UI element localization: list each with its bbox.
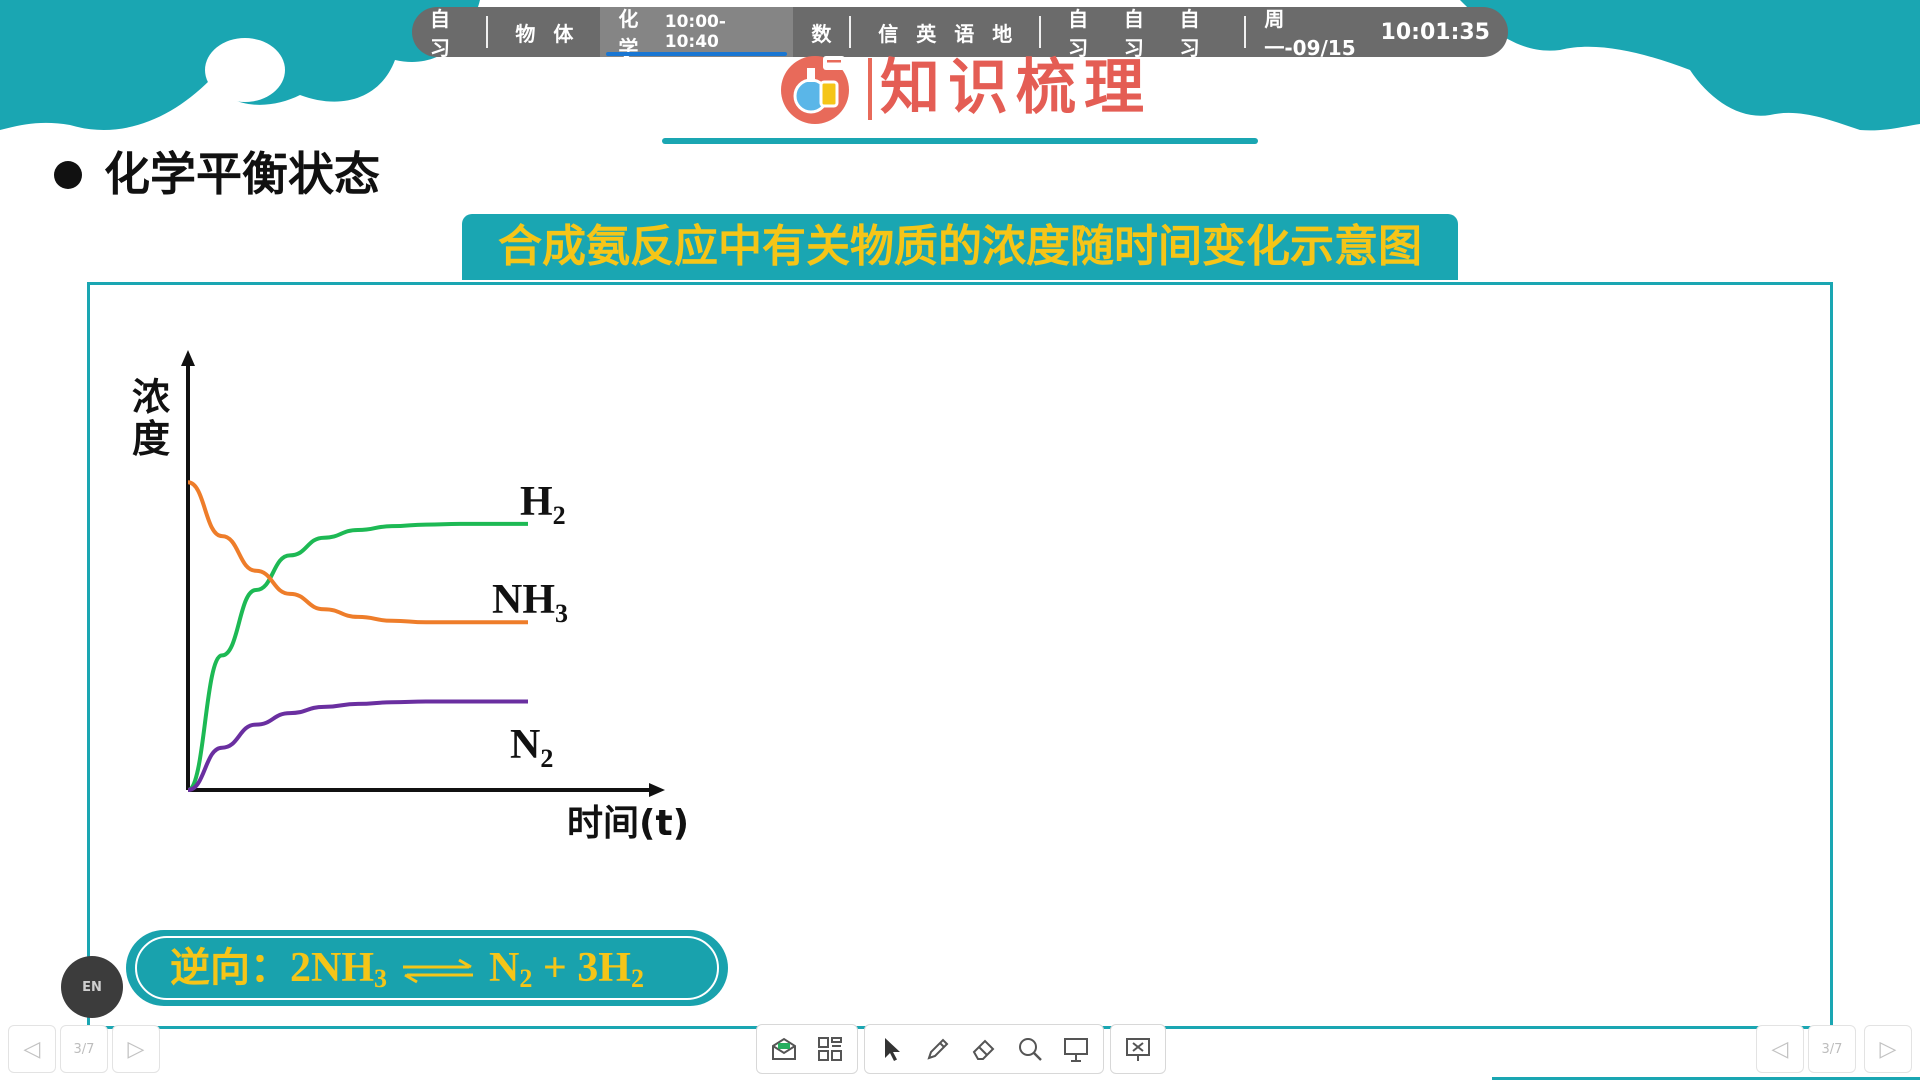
slot-label: 物	[515, 21, 536, 46]
subscript: 2	[519, 964, 533, 993]
slot-label: 数	[811, 21, 832, 46]
slot-time: 10:00-10:40	[664, 12, 726, 52]
schedule-slot-active[interactable]: 化学 10:00-10:40	[600, 7, 794, 60]
pen-icon	[927, 1038, 949, 1060]
figure-caption: 合成氨反应中有关物质的浓度随时间变化示意图	[462, 214, 1458, 280]
slot-label: 英	[916, 21, 937, 46]
toolbar-group-draw	[864, 1024, 1104, 1074]
page-indicator-label: 3/7	[1821, 1041, 1843, 1057]
formula-h2: H	[598, 945, 631, 991]
equilibrium-arrow-icon	[403, 959, 473, 984]
page-indicator-right: 3/7	[1808, 1025, 1856, 1073]
exit-presentation-button[interactable]	[1115, 1027, 1161, 1071]
select-tool-button[interactable]	[869, 1027, 915, 1071]
schedule-slot-4[interactable]: 数	[793, 7, 849, 57]
eraser-tool-button[interactable]	[961, 1027, 1007, 1071]
prev-page-button[interactable]: ◁	[8, 1025, 56, 1073]
series-label-h2: H2	[520, 479, 566, 530]
plus-sign: +	[542, 945, 567, 991]
envelope-icon	[772, 1037, 796, 1060]
y-axis-arrowhead	[181, 350, 195, 366]
section-title: 化学平衡状态	[104, 147, 380, 201]
subscript: 3	[374, 964, 387, 993]
reverse-reaction-box: 逆向：2NH3 N2 + 3H2	[126, 930, 728, 1006]
divider	[486, 16, 489, 48]
prev-page-button-right[interactable]: ◁	[1756, 1025, 1804, 1073]
zoom-tool-button[interactable]	[1007, 1027, 1053, 1071]
page-indicator-label: 3/7	[73, 1041, 95, 1057]
exit-presentation-icon	[1126, 1038, 1150, 1061]
toolbar-group-exit	[1110, 1024, 1166, 1074]
series-line-n2	[187, 699, 528, 792]
page-indicator: 3/7	[60, 1025, 108, 1073]
y-axis-label-char: 浓	[132, 375, 171, 419]
presentation-toolbar	[756, 1024, 1166, 1076]
chevron-right-icon: ▷	[127, 1036, 145, 1062]
series-line-nh3	[187, 480, 528, 625]
chevron-left-icon: ◁	[23, 1036, 41, 1062]
next-page-button[interactable]: ▷	[112, 1025, 160, 1073]
whiteboard-tool-button[interactable]	[1053, 1027, 1099, 1071]
subscript: 2	[630, 964, 644, 993]
chevron-right-icon: ▷	[1879, 1036, 1897, 1062]
cursor-arrow-icon	[885, 1038, 900, 1061]
grid-apps-icon	[818, 1037, 842, 1061]
lang-badge-label: EN	[82, 979, 102, 995]
magnifier-icon	[1019, 1038, 1042, 1061]
header-underline	[662, 138, 1258, 144]
date-clock: 周一-09/15 10:01:35	[1246, 7, 1508, 60]
eraser-icon	[972, 1039, 995, 1060]
divider	[1244, 16, 1247, 48]
slot-label: 体	[553, 21, 574, 46]
schedule-slot-group-2[interactable]: 信 英 语 地	[851, 7, 1039, 57]
apps-tool-button[interactable]	[807, 1027, 853, 1071]
slot-label: 地	[992, 21, 1013, 46]
date-label: 周一-09/15	[1264, 7, 1356, 60]
x-axis-label: 时间(t)	[567, 803, 689, 844]
header-divider	[868, 58, 872, 120]
divider	[849, 16, 852, 48]
reaction-equation: 逆向：2NH3 N2 + 3H2	[170, 930, 644, 1006]
series-label-n2: N2	[510, 722, 553, 773]
x-axis-arrowhead	[649, 783, 665, 797]
slide: 自习 物 体 化学 10:00-10:40 数 信 英 语 地 自习 自习 自习…	[0, 0, 1920, 1080]
y-axis-label-char: 度	[132, 417, 170, 461]
envelope-tool-button[interactable]	[761, 1027, 807, 1071]
chevron-left-icon: ◁	[1771, 1036, 1789, 1062]
concentration-time-chart: H2 NH3 N2 浓度时间(t)	[132, 350, 689, 844]
schedule-slot-group-3[interactable]: 自习 自习 自习	[1041, 7, 1244, 60]
slot-label: 信	[878, 21, 899, 46]
clock-label: 10:01:35	[1380, 19, 1490, 45]
bullet-icon	[54, 161, 82, 189]
slot-label: 自习	[430, 7, 450, 60]
coefficient: 3	[577, 945, 599, 991]
class-schedule-bar: 自习 物 体 化学 10:00-10:40 数 信 英 语 地 自习 自习 自习…	[412, 7, 1508, 60]
toolbar-group-apps	[756, 1024, 858, 1074]
formula-n2: N	[489, 945, 520, 991]
formula-nh3: NH	[311, 945, 374, 991]
language-switch-button[interactable]: EN	[61, 956, 123, 1018]
series-line-h2	[186, 521, 528, 792]
pen-tool-button[interactable]	[915, 1027, 961, 1071]
slot-label: 自习	[1179, 7, 1200, 60]
next-page-button-right[interactable]: ▷	[1864, 1025, 1912, 1073]
divider	[1039, 16, 1042, 48]
reaction-prefix: 逆向：	[170, 945, 290, 991]
page-title: 知识梳理	[880, 53, 1152, 123]
slot-label: 化学	[618, 7, 639, 60]
chemistry-flask-icon	[781, 56, 849, 124]
slot-label: 语	[954, 21, 975, 46]
coefficient: 2	[290, 945, 311, 991]
schedule-slot-group-1[interactable]: 物 体	[488, 7, 600, 57]
whiteboard-icon	[1064, 1038, 1088, 1062]
schedule-slot-0[interactable]: 自习	[412, 7, 486, 60]
series-label-nh3: NH3	[492, 577, 568, 628]
